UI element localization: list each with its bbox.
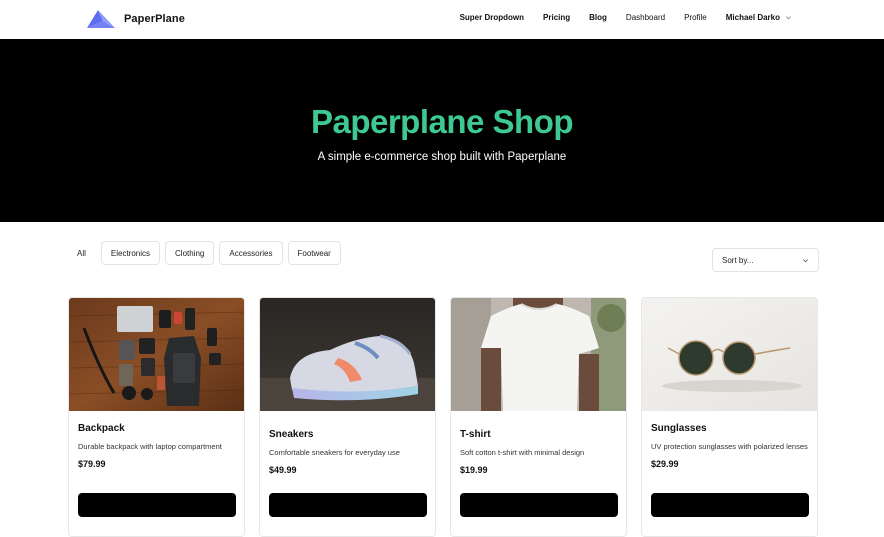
nav-links: Super Dropdown Pricing Blog Dashboard Pr… [460, 13, 792, 22]
product-card-tshirt[interactable]: T-shirt Soft cotton t-shirt with minimal… [450, 297, 627, 537]
product-description: UV protection sunglasses with polarized … [651, 442, 808, 451]
brand-logo-link[interactable]: PaperPlane [86, 9, 185, 29]
product-name: Sneakers [269, 429, 314, 440]
product-image-tshirt [451, 298, 626, 411]
nav-link-dashboard[interactable]: Dashboard [626, 13, 665, 22]
product-price: $29.99 [651, 459, 679, 469]
top-navbar: PaperPlane Super Dropdown Pricing Blog D… [0, 0, 884, 39]
filter-clothing[interactable]: Clothing [165, 241, 215, 265]
user-name: Michael Darko [725, 13, 780, 22]
product-name: Sunglasses [651, 423, 707, 434]
product-card-sunglasses[interactable]: Sunglasses UV protection sunglasses with… [641, 297, 818, 537]
hero-banner: Paperplane Shop A simple e-commerce shop… [0, 39, 884, 222]
filter-electronics[interactable]: Electronics [100, 241, 161, 265]
hero-subtitle: A simple e-commerce shop built with Pape… [317, 151, 567, 163]
paperplane-logo-icon [87, 10, 115, 28]
sort-select[interactable]: Sort by... [712, 248, 819, 272]
brand-name: PaperPlane [124, 13, 185, 25]
product-image-sneakers [260, 298, 435, 411]
add-to-cart-button[interactable] [651, 493, 809, 517]
nav-link-profile[interactable]: Profile [684, 13, 707, 22]
product-price: $79.99 [78, 459, 106, 469]
nav-link-blog[interactable]: Blog [589, 13, 607, 22]
product-name: T-shirt [460, 429, 491, 440]
product-card-sneakers[interactable]: Sneakers Comfortable sneakers for everyd… [259, 297, 436, 537]
product-price: $19.99 [460, 465, 488, 475]
nav-link-pricing[interactable]: Pricing [543, 13, 570, 22]
filter-accessories[interactable]: Accessories [219, 241, 283, 265]
filter-footwear[interactable]: Footwear [287, 241, 341, 265]
add-to-cart-button[interactable] [78, 493, 236, 517]
product-card-backpack[interactable]: Backpack Durable backpack with laptop co… [68, 297, 245, 537]
category-filters: All Electronics Clothing Accessories Foo… [68, 241, 341, 265]
product-name: Backpack [78, 423, 125, 434]
add-to-cart-button[interactable] [269, 493, 427, 517]
product-price: $49.99 [269, 465, 297, 475]
product-grid: Backpack Durable backpack with laptop co… [68, 297, 818, 537]
chevron-down-icon [803, 258, 808, 262]
chevron-down-icon [786, 16, 791, 20]
product-description: Durable backpack with laptop compartment [78, 442, 222, 451]
product-description: Soft cotton t-shirt with minimal design [460, 448, 585, 457]
user-menu-button[interactable]: Michael Darko [726, 13, 792, 22]
sort-select-value: Sort by... [722, 255, 754, 265]
product-image-backpack [69, 298, 244, 411]
product-image-sunglasses [642, 298, 817, 411]
nav-link-super-dropdown[interactable]: Super Dropdown [460, 13, 524, 22]
add-to-cart-button[interactable] [460, 493, 618, 517]
filter-all[interactable]: All [68, 241, 96, 265]
product-description: Comfortable sneakers for everyday use [269, 448, 400, 457]
hero-title: Paperplane Shop [310, 103, 574, 140]
